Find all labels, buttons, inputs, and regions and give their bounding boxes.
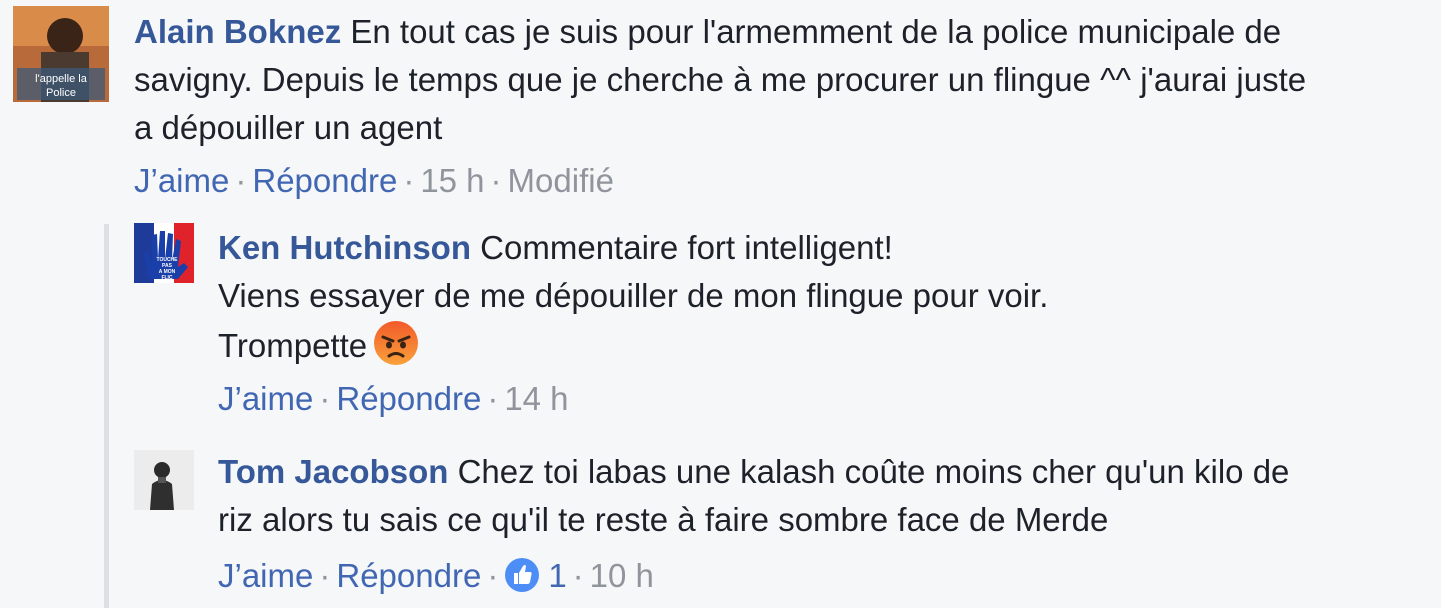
reaction-count[interactable]: 1: [548, 557, 566, 594]
timestamp[interactable]: 10 h: [590, 557, 654, 594]
separator: ·: [319, 380, 331, 417]
comment-text-line3: Trompette: [218, 327, 368, 364]
separator: ·: [487, 557, 499, 594]
author-name[interactable]: Alain Boknez: [134, 13, 341, 50]
avatar-alain-boknez[interactable]: l'appelle la Police: [13, 6, 109, 102]
author-name[interactable]: Tom Jacobson: [218, 453, 448, 490]
comment-text-line1: En tout cas je suis pour l'armemment de …: [350, 13, 1282, 50]
timestamp[interactable]: 15 h: [420, 162, 484, 199]
separator: ·: [490, 162, 502, 199]
like-link[interactable]: J’aime: [218, 557, 313, 594]
comment-body: Ken Hutchinson Commentaire fort intellig…: [218, 224, 1428, 370]
separator: ·: [572, 557, 584, 594]
comment-body: Alain Boknez En tout cas je suis pour l'…: [134, 8, 1434, 152]
timestamp[interactable]: 14 h: [504, 380, 568, 417]
comment-body: Tom Jacobson Chez toi labas une kalash c…: [218, 448, 1428, 544]
separator: ·: [319, 557, 331, 594]
svg-text:Police: Police: [46, 87, 76, 99]
avatar-tom-jacobson[interactable]: [134, 450, 194, 510]
comment-text-line2: savigny. Depuis le temps que je cherche …: [134, 61, 1307, 98]
comment-actions: J’aime · Répondre · 14 h: [218, 379, 569, 419]
edited-label[interactable]: Modifié: [508, 162, 614, 199]
separator: ·: [235, 162, 247, 199]
comment-text-line2: riz alors tu sais ce qu'il te reste à fa…: [218, 501, 1109, 538]
like-link[interactable]: J’aime: [134, 162, 229, 199]
comment-actions: J’aime · Répondre · 15 h · Modifié: [134, 161, 614, 201]
author-name[interactable]: Ken Hutchinson: [218, 229, 471, 266]
separator: ·: [403, 162, 415, 199]
separator: ·: [487, 380, 499, 417]
comment-actions: J’aime · Répondre · 1 · 10 h: [218, 556, 654, 596]
angry-face-icon: [373, 320, 419, 366]
comment-text-line2: Viens essayer de me dépouiller de mon fl…: [218, 277, 1049, 314]
avatar-ken-hutchinson[interactable]: TOUCHE PAS A MON FLIC: [134, 223, 194, 283]
avatar-image: TOUCHE PAS A MON FLIC: [134, 223, 194, 283]
avatar-image: [134, 450, 194, 510]
comment-text-line1: Chez toi labas une kalash coûte moins ch…: [457, 453, 1290, 490]
comment-text-line1: Commentaire fort intelligent!: [480, 229, 893, 266]
reply-link[interactable]: Répondre: [336, 557, 481, 594]
like-link[interactable]: J’aime: [218, 380, 313, 417]
svg-text:l'appelle la: l'appelle la: [35, 73, 88, 85]
reply-thread-line: [104, 224, 109, 608]
reply-link[interactable]: Répondre: [252, 162, 397, 199]
svg-text:FLIC: FLIC: [161, 275, 172, 281]
reply-link[interactable]: Répondre: [336, 380, 481, 417]
avatar-image: l'appelle la Police: [13, 6, 109, 102]
comment-text-line3: a dépouiller un agent: [134, 109, 443, 146]
like-reaction-icon[interactable]: [504, 557, 540, 593]
